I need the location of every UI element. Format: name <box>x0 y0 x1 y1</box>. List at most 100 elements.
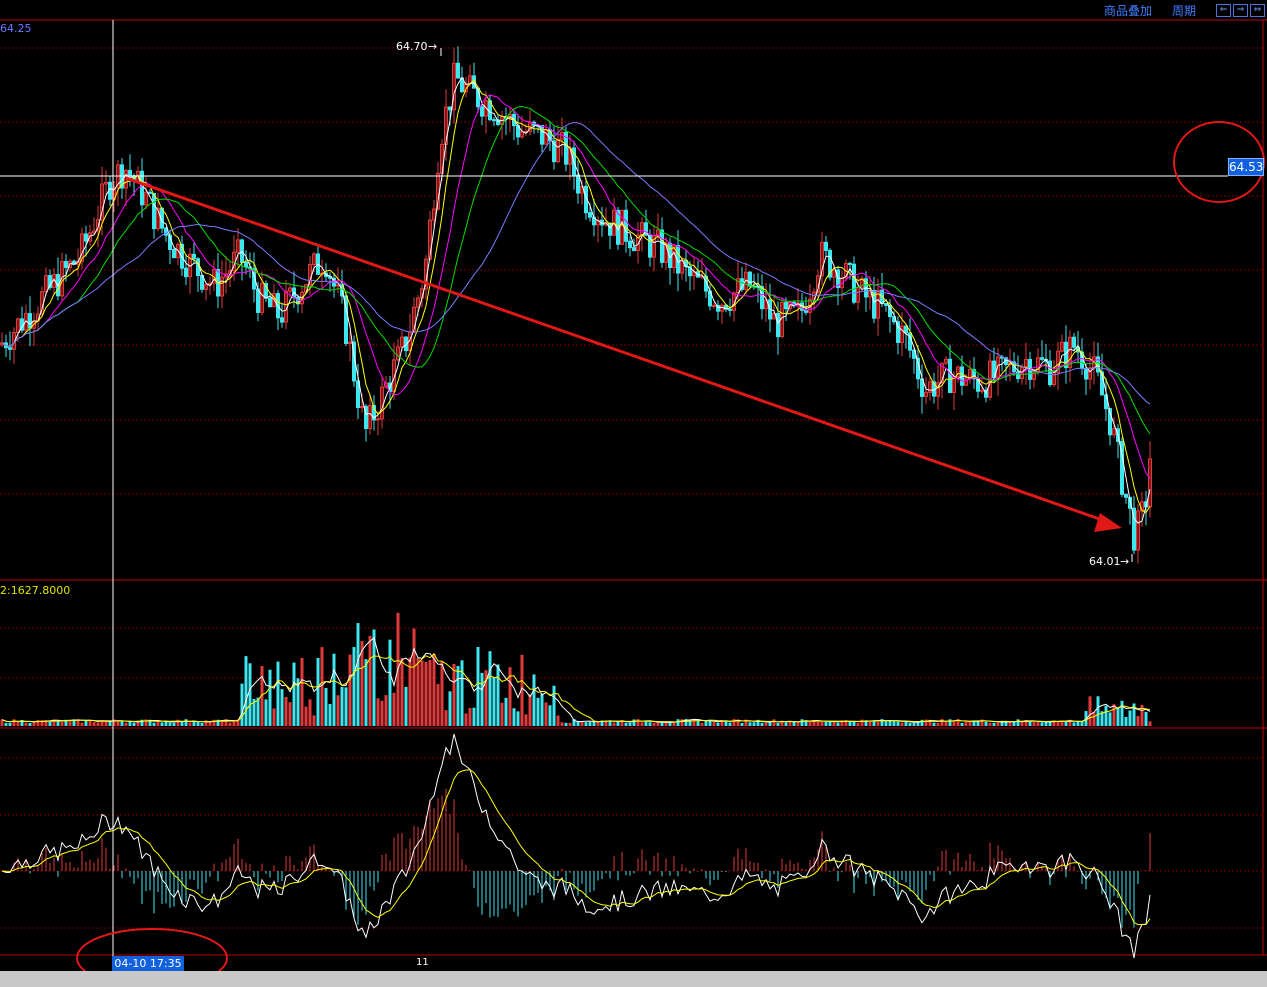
volume-bar <box>764 722 768 726</box>
volume-bar <box>848 721 852 726</box>
candle-body <box>456 62 460 79</box>
bottom-scrollbar[interactable] <box>0 971 1267 987</box>
volume-bar <box>1096 696 1100 726</box>
volume-bar <box>288 702 292 726</box>
nav-expand-icon[interactable]: ⇔ <box>1250 3 1265 17</box>
volume-bar <box>776 722 780 726</box>
volume-bar <box>188 722 192 726</box>
volume-bar <box>680 719 684 726</box>
volume-bar <box>444 710 448 726</box>
volume-bar <box>1032 722 1036 726</box>
volume-bar <box>532 674 536 726</box>
volume-bar <box>636 719 640 726</box>
candle-body <box>256 288 260 313</box>
volume-bar <box>96 722 100 726</box>
candle-body <box>480 106 484 117</box>
volume-bar <box>988 722 992 726</box>
volume-bar <box>24 722 28 726</box>
volume-bar <box>156 721 160 726</box>
volume-bar <box>308 699 312 726</box>
volume-bar <box>264 699 268 726</box>
volume-bar <box>876 721 880 726</box>
volume-bar <box>284 696 288 726</box>
volume-bar <box>316 658 320 726</box>
volume-bar <box>1148 721 1152 726</box>
nav-left-icon[interactable]: ⇐ <box>1216 3 1231 17</box>
volume-bar <box>560 722 564 726</box>
volume-bar <box>332 653 336 726</box>
volume-bar <box>476 647 480 726</box>
volume-bar <box>1128 710 1132 726</box>
volume-bar <box>908 722 912 726</box>
volume-bar <box>504 697 508 726</box>
volume-bar <box>752 722 756 726</box>
crosshair-price-badge: 64.53 <box>1228 158 1264 176</box>
volume-bar <box>228 722 232 726</box>
volume-bar <box>424 661 428 726</box>
candle-body <box>948 358 952 393</box>
volume-bar <box>384 695 388 726</box>
volume-bar <box>760 722 764 726</box>
volume-bar <box>468 707 472 726</box>
volume-bar <box>588 722 592 726</box>
volume-bar <box>820 721 824 726</box>
volume-bar <box>344 687 348 726</box>
volume-bar <box>580 721 584 726</box>
volume-bar <box>324 687 328 726</box>
candle-body <box>84 233 88 242</box>
overlay-button[interactable]: 商品叠加 <box>1104 2 1152 19</box>
period-button[interactable]: 周期 <box>1172 2 1196 19</box>
volume-bar <box>268 669 272 726</box>
volume-bar <box>940 719 944 726</box>
candle-body <box>128 169 132 177</box>
candle-body <box>624 209 628 242</box>
volume-bar <box>244 656 248 726</box>
volume-bar <box>196 722 200 726</box>
candle-body <box>244 261 248 268</box>
volume-bar <box>1012 721 1016 726</box>
volume-bar <box>208 721 212 726</box>
top-price-label: 64.25 <box>0 22 32 35</box>
candle-body <box>152 192 156 230</box>
volume-bar <box>488 651 492 726</box>
volume-bar <box>1136 715 1140 726</box>
volume-bar <box>1144 711 1148 726</box>
candle-body <box>172 248 176 259</box>
volume-bar <box>932 722 936 726</box>
volume-bar <box>524 714 528 726</box>
volume-bar <box>200 722 204 726</box>
candle-body <box>184 267 188 278</box>
volume-bar <box>496 664 500 726</box>
volume-bar <box>352 647 356 726</box>
volume-bar <box>180 722 184 726</box>
volume-bar <box>1088 696 1092 726</box>
nav-right-icon[interactable]: ⇒ <box>1233 3 1248 17</box>
volume-bar <box>60 721 64 726</box>
volume-bar <box>292 662 296 726</box>
candle-body <box>448 106 452 111</box>
volume-bar <box>1008 721 1012 726</box>
candle-body <box>784 302 788 310</box>
volume-bar <box>564 722 568 726</box>
volume-bar <box>624 722 628 726</box>
volume-bar <box>336 695 340 726</box>
volume-bar <box>392 692 396 726</box>
volume-bar <box>84 720 88 726</box>
candle-body <box>576 174 580 194</box>
volume-bar <box>120 721 124 726</box>
chart-canvas[interactable] <box>0 0 1267 987</box>
volume-bar <box>88 720 92 726</box>
volume-bar <box>16 722 20 726</box>
volume-bar <box>968 721 972 726</box>
volume-bar <box>712 722 716 726</box>
candle-body <box>64 261 68 269</box>
volume-bar <box>784 722 788 726</box>
volume-bar <box>40 719 44 726</box>
volume-bar <box>1028 721 1032 726</box>
volume-bar <box>232 721 236 726</box>
low-price-label: 64.01 <box>1089 555 1121 568</box>
candle-body <box>852 263 856 303</box>
volume-bar <box>280 689 284 726</box>
volume-bar <box>436 684 440 726</box>
volume-bar <box>1004 721 1008 726</box>
